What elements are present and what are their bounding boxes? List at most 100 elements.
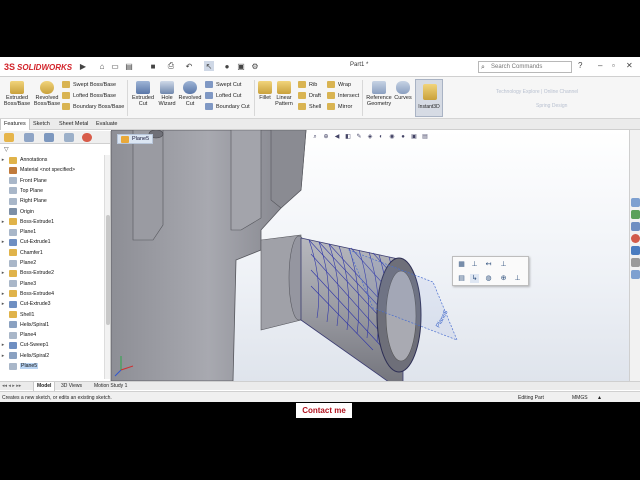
shell-button[interactable]: Shell [298,102,321,111]
filter-icon[interactable]: ▽ [4,146,9,153]
custom-properties-icon[interactable] [631,270,640,279]
property-manager-icon[interactable] [24,133,34,142]
help-icon[interactable]: ? [578,61,582,70]
tab-3d-views[interactable]: 3D Views [58,382,85,391]
expand-arrow-icon[interactable]: ▸ [0,301,6,307]
play-arrow-icon[interactable]: ▶ [78,61,88,71]
edit-sketch-icon[interactable]: ↳ [470,274,479,283]
zoom-to-fit-icon[interactable]: ⌕ [311,133,319,141]
edit-appearance-icon[interactable]: ● [399,133,407,141]
mirror-button[interactable]: Mirror [327,102,352,111]
status-units[interactable]: MMGS [572,395,588,401]
lofted-cut-button[interactable]: Lofted Cut [205,91,241,100]
view-settings-icon[interactable]: ▤ [421,133,429,141]
tree-item[interactable]: ▸ Boss-Extrude2 [0,268,104,278]
expand-arrow-icon[interactable]: ▸ [0,291,6,297]
expand-arrow-icon[interactable]: ▸ [0,270,6,276]
hole-wizard-button[interactable]: Hole Wizard [156,81,178,107]
view-palette-icon[interactable] [631,258,640,267]
search-commands-input[interactable]: ⌕ Search Commands [478,61,572,73]
expand-arrow-icon[interactable]: ▸ [0,342,6,348]
reference-geometry-button[interactable]: Reference Geometry [365,81,393,107]
tree-item[interactable]: ▸ Cut-Sweep1 [0,340,104,350]
draft-button[interactable]: Draft [298,91,321,100]
tree-item[interactable]: ▸ Boss-Extrude4 [0,289,104,299]
tree-item[interactable]: Plane4 [0,330,104,340]
tab-features[interactable]: Features [0,119,30,130]
scrollbar-thumb[interactable] [106,215,110,325]
open-folder-icon[interactable]: ▤ [124,61,134,71]
tree-scrollbar[interactable] [104,155,110,379]
tree-item[interactable]: Front Plane [0,176,104,186]
minimize-icon[interactable]: – [598,61,602,70]
tab-evaluate[interactable]: Evaluate [93,119,120,130]
close-icon[interactable]: ✕ [626,61,633,70]
feature-properties-icon[interactable]: ⊥ [499,260,508,269]
tree-item[interactable]: ▸ Annotations [0,155,104,165]
revolved-boss-button[interactable]: Revolved Boss/Base [33,81,61,107]
display-style-icon[interactable]: ◐ [377,133,385,141]
units-dropdown-icon[interactable]: ▴ [598,394,601,401]
expand-arrow-icon[interactable]: ▸ [0,157,6,163]
display-manager-icon[interactable] [82,133,92,142]
tab-sheet-metal[interactable]: Sheet Metal [56,119,91,130]
expand-arrow-icon[interactable]: ▸ [0,353,6,359]
tree-item[interactable]: Right Plane [0,196,104,206]
zoom-to-selection-icon[interactable]: ⊕ [499,274,508,283]
hide-icon[interactable]: ◍ [484,274,493,283]
dimxpert-icon[interactable] [64,133,74,142]
graphics-area[interactable]: Plane5 Plane5 ⌕ ⊕ ◀ ◧ ✎ ◈ ◐ ◉ ● ▣ ▤ ▦ ⊥ … [111,130,629,381]
dynamic-annotation-icon[interactable]: ✎ [355,133,363,141]
extruded-boss-button[interactable]: Extruded Boss/Base [3,81,31,107]
tree-item[interactable]: Shell1 [0,310,104,320]
select-arrow-icon[interactable]: ↖ [204,61,214,71]
restore-icon[interactable]: ▫ [612,61,615,70]
tab-sketch[interactable]: Sketch [30,119,53,130]
linear-pattern-button[interactable]: Linear Pattern [274,81,294,107]
tree-item[interactable]: Top Plane [0,186,104,196]
view-orientation-icon[interactable]: ◈ [366,133,374,141]
tree-item[interactable]: ▸ Boss-Extrude1 [0,217,104,227]
solidworks-logo[interactable]: 3S SOLIDWORKS [4,60,72,74]
swept-boss-button[interactable]: Swept Boss/Base [62,80,116,89]
rib-button[interactable]: Rib [298,80,317,89]
boundary-boss-button[interactable]: Boundary Boss/Base [62,102,124,111]
rebuild-icon[interactable]: ● [222,61,232,71]
tree-item[interactable]: Plane3 [0,279,104,289]
sketch-icon[interactable]: ▦ [457,260,466,269]
home-pane-icon[interactable] [631,198,640,207]
new-document-icon[interactable]: ▭ [110,61,120,71]
selected-plane-tag[interactable]: Plane5 [117,134,154,144]
plane-normal-icon[interactable]: ⊥ [513,274,522,283]
edit-feature-icon[interactable]: ▤ [457,274,466,283]
design-library-icon[interactable] [631,222,640,231]
previous-view-icon[interactable]: ◀ [333,133,341,141]
resources-icon[interactable] [631,210,640,219]
apply-scene-icon[interactable]: ▣ [410,133,418,141]
swept-cut-button[interactable]: Swept Cut [205,80,241,89]
tab-motion-study[interactable]: Motion Study 1 [91,382,130,391]
tree-item[interactable]: Plane2 [0,258,104,268]
lofted-boss-button[interactable]: Lofted Boss/Base [62,91,116,100]
file-explorer-icon[interactable] [631,246,640,255]
expand-arrow-icon[interactable]: ▸ [0,239,6,245]
rollback-icon[interactable]: ↤ [484,260,493,269]
tree-item[interactable]: ▸ Cut-Extrude1 [0,237,104,247]
undo-icon[interactable]: ↶ [184,61,194,71]
expand-arrow-icon[interactable]: ▸ [0,219,6,225]
curves-button[interactable]: Curves [393,81,413,101]
instant3d-button[interactable]: Instant3D [415,79,443,117]
file-properties-icon[interactable]: ▣ [236,61,246,71]
tree-item[interactable]: Plane1 [0,227,104,237]
revolved-cut-button[interactable]: Revolved Cut [178,81,202,107]
home-icon[interactable]: ⌂ [97,61,107,71]
boundary-cut-button[interactable]: Boundary Cut [205,102,250,111]
tab-scroll-arrows-icon[interactable]: ◂◂ ◂ ▸ ▸▸ [2,382,21,391]
tree-item[interactable]: Material <not specified> [0,165,104,175]
print-icon[interactable]: ⎙ [166,61,176,71]
configuration-manager-icon[interactable] [44,133,54,142]
hide-show-icon[interactable]: ◉ [388,133,396,141]
section-view-icon[interactable]: ◧ [344,133,352,141]
tab-model[interactable]: Model [33,382,56,391]
extruded-cut-button[interactable]: Extruded Cut [130,81,156,107]
